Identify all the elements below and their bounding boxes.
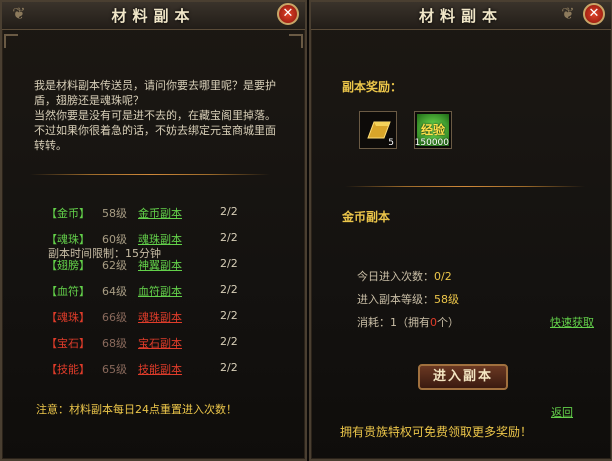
- today-entries-label: 今日进入次数：: [357, 270, 434, 283]
- reward-qty: 150000: [414, 138, 449, 148]
- cost-prefix: 消耗：1（拥有: [357, 316, 430, 329]
- quick-get-link[interactable]: 快速获取: [550, 314, 594, 330]
- instance-link[interactable]: 技能副本: [138, 361, 182, 377]
- corner-ornament: [289, 34, 303, 48]
- instance-category: 【血符】: [46, 285, 90, 298]
- today-entries-row: 今日进入次数：0/2: [357, 268, 497, 286]
- reward-heading: 副本奖励：: [342, 80, 403, 94]
- instance-count: 2/2: [220, 283, 238, 296]
- reward-qty: 5: [388, 138, 394, 148]
- material-instance-panel-right: 材料副本 ❦ ✕: [309, 0, 612, 461]
- instance-name: 金币副本: [342, 210, 391, 224]
- instance-link[interactable]: 魂珠副本: [138, 309, 182, 325]
- material-instance-panel-left: ❦ 材料副本 ✕ 我是材料副本传送员，请问你要去哪里呢？是要护盾，翅膀还是魂珠呢…: [0, 0, 307, 461]
- time-limit-label: 副本时间限制：: [48, 247, 125, 260]
- instance-row: 【血符】 64级 血符副本 2/2: [46, 283, 266, 301]
- cost-row: 消耗：1（拥有0个）: [357, 314, 477, 332]
- instance-count: 2/2: [220, 231, 238, 244]
- reward-slot-gold[interactable]: 5: [359, 111, 397, 149]
- close-icon[interactable]: ✕: [277, 3, 299, 25]
- instance-category: 【金币】: [46, 207, 90, 220]
- instance-category: 【宝石】: [46, 337, 90, 350]
- instance-row: 【魂珠】 66级 魂珠副本 2/2: [46, 309, 266, 327]
- instance-row: 【宝石】 68级 宝石副本 2/2: [46, 335, 266, 353]
- divider: [345, 186, 585, 187]
- instance-link[interactable]: 血符副本: [138, 283, 182, 299]
- today-entries-value: 0/2: [434, 270, 452, 283]
- right-ornament-icon: ❦: [561, 4, 575, 23]
- instance-level: 66级: [102, 311, 127, 324]
- time-limit-value: 15分钟: [125, 247, 161, 260]
- cost-suffix: 个）: [437, 316, 459, 329]
- title-bar: 材料副本 ❦ ✕: [311, 2, 611, 30]
- instance-level: 58级: [102, 207, 127, 220]
- instance-category: 【技能】: [46, 363, 90, 376]
- instance-level: 64级: [102, 285, 127, 298]
- instance-count: 2/2: [220, 257, 238, 270]
- instance-link[interactable]: 宝石副本: [138, 335, 182, 351]
- corner-ornament: [4, 34, 18, 48]
- entry-level-row: 进入副本等级：58级: [357, 291, 497, 309]
- entry-level-label: 进入副本等级：: [357, 293, 434, 306]
- exp-label: 经验: [420, 123, 445, 137]
- instance-level: 65级: [102, 363, 127, 376]
- instance-row: 【金币】 58级 金币副本 2/2: [46, 205, 266, 223]
- instance-count: 2/2: [220, 205, 238, 218]
- time-limit-row: 副本时间限制：15分钟: [48, 245, 188, 263]
- reward-slot-exp[interactable]: 经验 150000: [414, 111, 452, 149]
- back-link[interactable]: 返回: [551, 404, 573, 420]
- instance-count: 2/2: [220, 309, 238, 322]
- entry-level-value: 58级: [434, 293, 459, 306]
- instance-category: 【魂珠】: [46, 311, 90, 324]
- close-icon[interactable]: ✕: [583, 3, 605, 25]
- reset-notice: 注意：材料副本每日24点重置进入次数！: [36, 403, 237, 416]
- divider: [30, 174, 270, 175]
- instance-count: 2/2: [220, 361, 238, 374]
- enter-instance-button[interactable]: 进入副本: [418, 364, 508, 390]
- npc-dialogue-text: 我是材料副本传送员，请问你要去哪里呢？是要护盾，翅膀还是魂珠呢？ 当然你要是没有…: [34, 79, 276, 152]
- cost-owned: 0: [430, 316, 437, 329]
- panel-title: 材料副本: [111, 7, 196, 25]
- instance-count: 2/2: [220, 335, 238, 348]
- title-bar: ❦ 材料副本 ✕: [2, 2, 305, 30]
- noble-privilege-text: 拥有贵族特权可免费领取更多奖励！: [340, 425, 533, 439]
- instance-row: 【技能】 65级 技能副本 2/2: [46, 361, 266, 379]
- instance-level: 68级: [102, 337, 127, 350]
- instance-link[interactable]: 金币副本: [138, 205, 182, 221]
